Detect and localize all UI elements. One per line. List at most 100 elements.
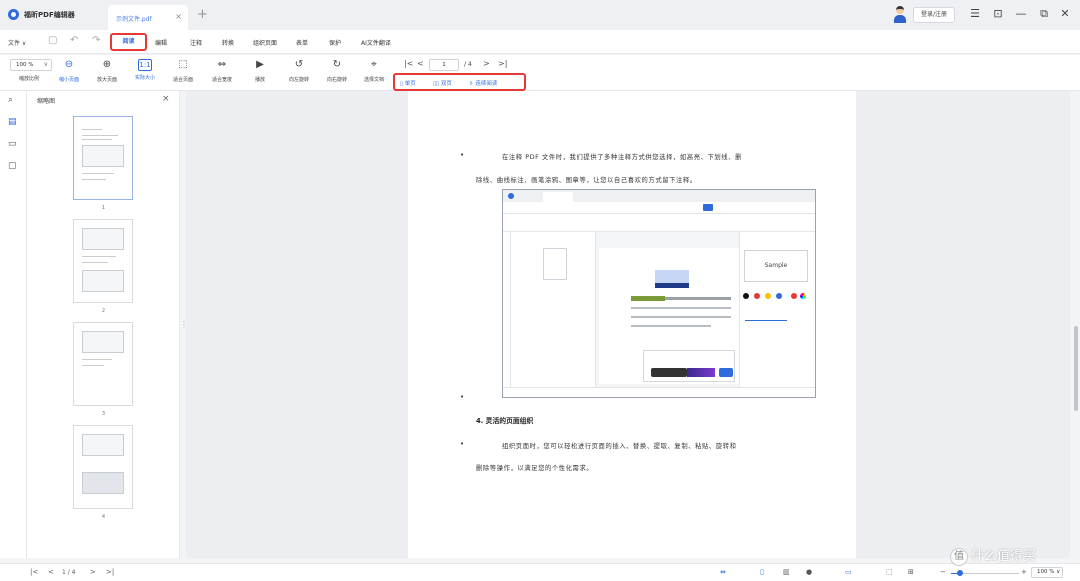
- vertical-scrollbar[interactable]: [1072, 91, 1080, 558]
- redo-icon[interactable]: ↷: [92, 35, 100, 46]
- actual-size-icon: 1:1: [138, 59, 152, 71]
- menu-item-convert[interactable]: 转换: [222, 38, 234, 47]
- close-icon[interactable]: ✕: [1058, 7, 1072, 20]
- fit-page-icon: ⬚: [178, 59, 188, 70]
- document-tab[interactable]: 示例文件.pdf ×: [108, 5, 188, 30]
- document-tab-label: 示例文件.pdf: [116, 16, 152, 23]
- tile-icon[interactable]: ⧉: [1037, 7, 1051, 21]
- fit-page-icon[interactable]: ⬚: [886, 568, 893, 576]
- tool-zoom-ratio[interactable]: 缩放比例: [14, 72, 44, 89]
- single-page-icon: ▯: [400, 81, 404, 87]
- last-page-icon[interactable]: >|: [498, 59, 507, 68]
- bookmark-icon[interactable]: ▢: [8, 161, 17, 171]
- menu-item-form[interactable]: 表单: [296, 38, 308, 47]
- first-page-icon[interactable]: |<: [404, 59, 413, 68]
- menu-icon[interactable]: ☰: [968, 7, 982, 20]
- thumbnail-page-1[interactable]: [73, 116, 133, 200]
- view-mode-group: ▯ 单页 ▯▯ 双页 ⇳ 连续阅读: [393, 73, 526, 91]
- toolbar: 100 % ∨ 缩放比例 ⊖ 缩小页面 ⊕ 放大页面 1:1 实际大小 ⬚ 适合页…: [0, 55, 1080, 91]
- zoom-minus-button[interactable]: −: [940, 568, 946, 576]
- status-zoom-select[interactable]: 100 % ∨: [1031, 567, 1063, 578]
- watermark: 值什么值得买: [950, 545, 1036, 566]
- thumbnail-page-number: 4: [101, 514, 106, 520]
- thumbnail-page-2[interactable]: [73, 219, 133, 303]
- document-canvas[interactable]: • 在注释 PDF 文件时，我们提供了多种注释方式供您选择，如高亮、下划线、删 …: [186, 91, 1070, 558]
- rotate-left-icon: ↺: [294, 59, 304, 70]
- menu-item-read[interactable]: 阅读: [112, 35, 145, 49]
- tool-play[interactable]: ▶ 播放: [245, 57, 275, 89]
- thumbnail-page-number: 1: [101, 205, 106, 211]
- tool-fit-width[interactable]: ⇔ 适合宽度: [207, 57, 237, 89]
- zoom-out-icon: ⊖: [64, 59, 74, 70]
- single-page-icon[interactable]: ▯: [760, 568, 764, 576]
- app-name: 福昕PDF编辑器: [24, 11, 75, 19]
- tool-zoom-out[interactable]: ⊖ 缩小页面: [54, 57, 84, 89]
- thumbnail-page-number: 3: [101, 411, 106, 417]
- comment-icon[interactable]: ▭: [8, 139, 17, 149]
- zoom-slider-handle[interactable]: [957, 570, 963, 576]
- list-bullet: •: [460, 151, 465, 159]
- fit-width-icon[interactable]: ⇹: [720, 568, 726, 576]
- view-two-page[interactable]: ▯▯ 双页: [433, 79, 452, 87]
- paragraph-text: 在注释 PDF 文件时，我们提供了多种注释方式供您选择，如高亮、下划线、删: [502, 154, 742, 161]
- undo-icon[interactable]: ↶: [70, 35, 78, 46]
- tool-zoom-in[interactable]: ⊕ 放大页面: [92, 57, 122, 89]
- zoom-select[interactable]: 100 % ∨: [10, 59, 52, 71]
- page-total: / 4: [464, 61, 472, 68]
- tool-rotate-left[interactable]: ↺ 向左旋转: [284, 57, 314, 89]
- save-icon[interactable]: ▢: [48, 35, 57, 46]
- search-icon[interactable]: ⌕: [8, 95, 13, 105]
- menu-item-edit[interactable]: 编辑: [155, 38, 167, 47]
- tool-fit-page[interactable]: ⬚ 适合页面: [168, 57, 198, 89]
- continuous-icon[interactable]: ●: [806, 568, 812, 576]
- rotate-right-icon: ↻: [332, 59, 342, 70]
- prev-page-icon[interactable]: <: [48, 568, 54, 576]
- tool-rotate-right[interactable]: ↻ 向右旋转: [322, 57, 352, 89]
- first-page-icon[interactable]: |<: [30, 568, 38, 576]
- zoom-in-icon: ⊕: [102, 59, 112, 70]
- menu-item-annotate[interactable]: 注释: [190, 38, 202, 47]
- menu-read-highlight[interactable]: 阅读: [110, 33, 147, 51]
- thumbnail-page-3[interactable]: [73, 322, 133, 406]
- document-page: • 在注释 PDF 文件时，我们提供了多种注释方式供您选择，如高亮、下划线、删 …: [408, 91, 856, 558]
- tab-close-icon[interactable]: ×: [175, 12, 182, 21]
- next-page-icon[interactable]: >: [483, 59, 490, 68]
- minimize-icon[interactable]: —: [1014, 7, 1028, 20]
- scrollbar-thumb[interactable]: [1074, 326, 1078, 411]
- two-page-icon: ▯▯: [433, 81, 440, 87]
- select-document-icon: ⌖: [371, 59, 377, 70]
- zoom-plus-button[interactable]: +: [1021, 568, 1027, 576]
- prev-page-icon[interactable]: <: [417, 59, 424, 68]
- close-icon[interactable]: ×: [162, 94, 170, 104]
- fit-screen-icon[interactable]: ⊞: [908, 568, 914, 576]
- left-rail: ⌕ ▤ ▭ ▢: [0, 91, 27, 558]
- menu-item-ai-translate[interactable]: AI文件翻译: [361, 38, 391, 47]
- list-bullet: •: [460, 393, 465, 401]
- paragraph-text: 除线、曲线标注、画笔涂鸦、图章等，让您以自己喜欢的方式留下注释。: [476, 177, 697, 184]
- page-number-input[interactable]: 1: [429, 59, 459, 71]
- tool-actual-size[interactable]: 1:1 实际大小: [130, 57, 160, 89]
- tool-select-document[interactable]: ⌖ 选择文档: [359, 57, 389, 89]
- list-bullet: •: [460, 440, 465, 448]
- embedded-screenshot: Sample: [502, 189, 816, 398]
- restore-icon[interactable]: ⊡: [991, 7, 1005, 20]
- menu-bar: 文件 ∨ ▢ ↶ ↷ 阅读 编辑 注释 转换 组织页面 表单 保护 AI文件翻译: [0, 30, 1080, 54]
- menu-item-protect[interactable]: 保护: [329, 38, 341, 47]
- last-page-icon[interactable]: >|: [106, 568, 114, 576]
- app-logo-icon: [8, 9, 19, 20]
- login-button[interactable]: 登录/注册: [913, 7, 955, 23]
- next-page-icon[interactable]: >: [90, 568, 96, 576]
- view-single-page[interactable]: ▯ 单页: [400, 79, 416, 87]
- title-bar: 福昕PDF编辑器 示例文件.pdf × + 登录/注册 ☰ ⊡ — ⧉ ✕: [0, 0, 1080, 30]
- thumbnail-icon[interactable]: ▤: [8, 117, 17, 127]
- thumbnail-panel-title: 缩略图: [37, 98, 56, 105]
- two-page-icon[interactable]: ▥: [783, 568, 790, 576]
- menu-item-organize[interactable]: 组织页面: [253, 38, 277, 47]
- thumbnail-page-4[interactable]: [73, 425, 133, 509]
- new-tab-button[interactable]: +: [197, 7, 208, 22]
- avatar[interactable]: [892, 5, 908, 23]
- thumbnail-panel: 缩略图 × 1 2 3 4: [27, 91, 180, 558]
- reading-mode-icon[interactable]: ▭: [845, 568, 852, 576]
- view-continuous[interactable]: ⇳ 连续阅读: [469, 79, 497, 87]
- file-menu[interactable]: 文件 ∨: [8, 38, 26, 47]
